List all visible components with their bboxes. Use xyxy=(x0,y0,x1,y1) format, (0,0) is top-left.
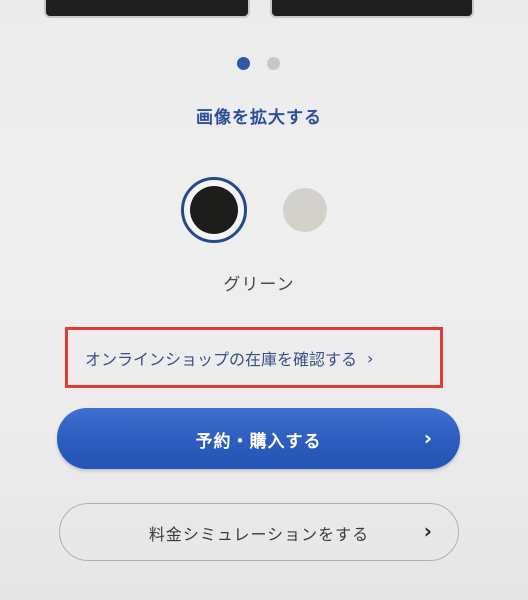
carousel-pagination xyxy=(237,57,280,70)
product-image-thumbnail-2[interactable] xyxy=(270,0,474,18)
price-simulation-label: 料金シミュレーションをする xyxy=(148,525,370,544)
pagination-dot[interactable] xyxy=(267,57,280,70)
reserve-purchase-label: 予約・購入する xyxy=(195,432,322,452)
color-swatch-fill xyxy=(190,186,238,234)
color-swatch-option[interactable] xyxy=(283,188,327,232)
selected-color-name: グリーン xyxy=(223,275,295,295)
pagination-dot-active[interactable] xyxy=(237,57,250,70)
check-stock-link[interactable]: オンラインショップの在庫を確認する › xyxy=(85,346,373,370)
chevron-right-icon: › xyxy=(367,348,374,368)
price-simulation-button[interactable]: 料金シミュレーションをする › xyxy=(59,503,459,561)
product-image-thumbnail-1[interactable] xyxy=(44,0,250,18)
zoom-image-link[interactable]: 画像を拡大する xyxy=(0,103,518,128)
chevron-right-icon: › xyxy=(423,519,432,543)
reserve-purchase-button[interactable]: 予約・購入する › xyxy=(57,408,460,469)
chevron-right-icon: › xyxy=(423,426,432,450)
color-swatch-selected[interactable] xyxy=(181,177,247,243)
check-stock-label: オンラインショップの在庫を確認する xyxy=(85,350,358,369)
